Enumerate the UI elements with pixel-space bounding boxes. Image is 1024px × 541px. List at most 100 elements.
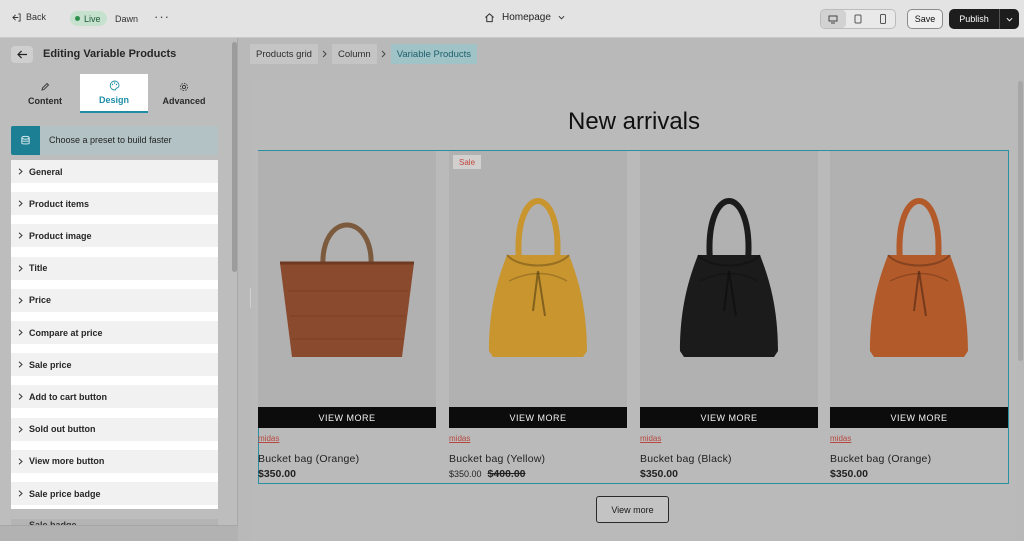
sidebar-item-product-image[interactable]: Product image bbox=[11, 224, 218, 248]
chevron-right-icon bbox=[11, 200, 29, 207]
publish-button[interactable]: Publish bbox=[949, 9, 1019, 29]
product-image[interactable] bbox=[449, 151, 627, 428]
product-card[interactable]: VIEW MORE midas Bucket bag (Orange) $350.00 bbox=[830, 151, 1008, 481]
status-dot-icon bbox=[75, 16, 80, 21]
theme-name: Dawn bbox=[115, 14, 139, 24]
product-price: $350.00 $400.00 bbox=[449, 468, 526, 480]
sidebar-scrollbar[interactable] bbox=[232, 42, 237, 272]
product-vendor-link[interactable]: midas bbox=[258, 434, 279, 443]
canvas-scrollbar[interactable] bbox=[1018, 81, 1023, 361]
page-selector[interactable]: Homepage bbox=[484, 12, 565, 23]
tablet-view-button[interactable] bbox=[846, 10, 871, 28]
breadcrumb-item[interactable]: Column bbox=[331, 44, 377, 64]
preset-picker-button[interactable]: Choose a preset to build faster bbox=[11, 126, 218, 155]
sidebar-tabs: Content Design Advanced bbox=[0, 74, 230, 114]
publish-label: Publish bbox=[959, 14, 989, 24]
chevron-down-icon bbox=[1006, 17, 1013, 21]
tab-advanced[interactable]: Advanced bbox=[150, 74, 218, 113]
price-value: $350.00 bbox=[640, 468, 678, 480]
product-card[interactable]: VIEW MORE midas Bucket bag (Black) $350.00 bbox=[640, 151, 818, 481]
sidebar-item-label: Sold out button bbox=[29, 424, 96, 435]
palette-icon bbox=[109, 80, 119, 91]
sale-badge: Sale bbox=[453, 155, 482, 169]
product-title[interactable]: Bucket bag (Orange) bbox=[830, 453, 931, 465]
home-icon bbox=[485, 13, 494, 23]
editor-sidebar: Editing Variable Products Content Design… bbox=[0, 38, 238, 541]
sidebar-footer bbox=[0, 525, 238, 541]
sidebar-item-product-items[interactable]: Product items bbox=[11, 192, 218, 216]
sidebar-back-button[interactable] bbox=[11, 46, 33, 63]
compare-at-price: $400.00 bbox=[487, 468, 526, 480]
mobile-icon bbox=[879, 14, 886, 24]
tab-content[interactable]: Content bbox=[11, 74, 79, 113]
sidebar-item-label: Title bbox=[29, 263, 48, 274]
product-image[interactable] bbox=[640, 151, 818, 428]
desktop-icon bbox=[828, 15, 838, 23]
breadcrumb: Products grid Column Variable Products bbox=[250, 44, 478, 64]
sidebar-item-title[interactable]: Title bbox=[11, 256, 218, 280]
page-selector-label: Homepage bbox=[502, 12, 551, 23]
layers-icon bbox=[11, 126, 40, 155]
arrow-left-icon bbox=[16, 50, 27, 59]
live-status-badge: Live bbox=[70, 11, 107, 26]
sidebar-item-label: Sale price bbox=[29, 359, 72, 370]
tab-design[interactable]: Design bbox=[80, 74, 148, 113]
sidebar-item-label: Sale price badge bbox=[29, 488, 101, 499]
sale-price: $350.00 bbox=[449, 469, 482, 479]
sidebar-item-compare-at-price[interactable]: Compare at price bbox=[11, 321, 218, 344]
product-view-more-button[interactable]: VIEW MORE bbox=[449, 407, 627, 428]
exit-arrow-icon bbox=[12, 12, 21, 22]
view-more-button[interactable]: View more bbox=[596, 496, 669, 523]
device-switcher bbox=[820, 9, 896, 29]
product-card[interactable]: Sale VIEW MORE midas Bucket bag (Yellow) $35… bbox=[449, 151, 627, 481]
sidebar-item-label: Product items bbox=[29, 198, 90, 209]
product-title[interactable]: Bucket bag (Black) bbox=[640, 453, 732, 465]
sidebar-item-general[interactable]: General bbox=[11, 160, 218, 183]
mobile-view-button[interactable] bbox=[870, 10, 895, 28]
product-vendor-link[interactable]: midas bbox=[449, 434, 470, 443]
chevron-right-icon bbox=[11, 458, 29, 465]
product-price: $350.00 bbox=[830, 468, 868, 480]
save-button[interactable]: Save bbox=[907, 9, 943, 29]
sidebar-item-label: General bbox=[29, 166, 63, 177]
back-button[interactable]: Back bbox=[12, 12, 46, 22]
product-vendor-link[interactable]: midas bbox=[640, 434, 661, 443]
breadcrumb-separator-icon bbox=[377, 50, 391, 58]
sidebar-item-label: Price bbox=[29, 295, 52, 306]
tablet-icon bbox=[854, 14, 862, 24]
product-view-more-button[interactable]: VIEW MORE bbox=[830, 407, 1008, 428]
sidebar-item-sale-price[interactable]: Sale price bbox=[11, 353, 218, 377]
sidebar-item-price[interactable]: Price bbox=[11, 288, 218, 312]
product-view-more-button[interactable]: VIEW MORE bbox=[258, 407, 436, 428]
chevron-right-icon bbox=[11, 329, 29, 336]
product-vendor-link[interactable]: midas bbox=[830, 434, 851, 443]
tab-design-label: Design bbox=[98, 95, 129, 105]
breadcrumb-item[interactable]: Products grid bbox=[250, 44, 318, 64]
price-value: $350.00 bbox=[258, 468, 296, 480]
breadcrumb-item[interactable]: Variable Products bbox=[390, 44, 478, 64]
desktop-view-button[interactable] bbox=[821, 10, 846, 28]
chevron-down-icon bbox=[558, 15, 565, 20]
product-card[interactable]: VIEW MORE midas Bucket bag (Orange) $350.00 bbox=[258, 151, 436, 481]
chevron-right-icon bbox=[11, 168, 29, 175]
sidebar-item-add-to-cart-button[interactable]: Add to cart button bbox=[11, 385, 218, 409]
live-label: Live bbox=[84, 13, 101, 24]
product-title[interactable]: Bucket bag (Yellow) bbox=[449, 453, 545, 465]
breadcrumb-separator-icon bbox=[318, 50, 332, 58]
sidebar-item-sale-price-badge[interactable]: Sale price badge bbox=[11, 482, 218, 505]
product-view-more-button[interactable]: VIEW MORE bbox=[640, 407, 818, 428]
product-image[interactable] bbox=[258, 151, 436, 428]
product-image[interactable] bbox=[830, 151, 1008, 428]
chevron-right-icon bbox=[11, 232, 29, 239]
product-title[interactable]: Bucket bag (Orange) bbox=[258, 453, 359, 465]
chevron-right-icon bbox=[11, 393, 29, 400]
sidebar-item-view-more-button[interactable]: View more button bbox=[11, 449, 218, 473]
publish-options-button[interactable] bbox=[999, 9, 1019, 29]
tab-advanced-label: Advanced bbox=[162, 95, 206, 106]
preset-label: Choose a preset to build faster bbox=[49, 135, 172, 145]
top-toolbar: Back Live Dawn ··· Homepage Save Publish bbox=[0, 0, 1024, 38]
sidebar-item-sold-out-button[interactable]: Sold out button bbox=[11, 417, 218, 441]
chevron-right-icon bbox=[11, 361, 29, 368]
more-options-button[interactable]: ··· bbox=[154, 9, 170, 24]
product-image-bag bbox=[489, 198, 587, 357]
